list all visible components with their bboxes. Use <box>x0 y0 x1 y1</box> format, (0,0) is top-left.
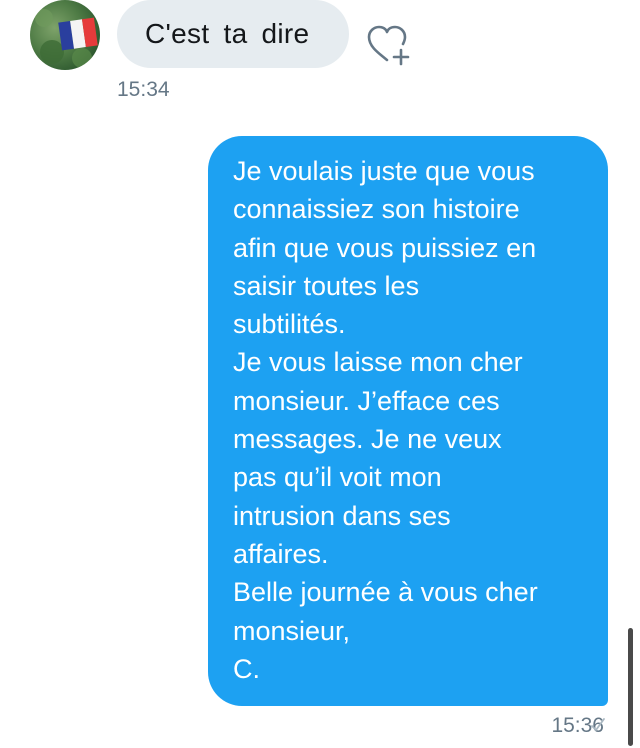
incoming-timestamp: 15:34 <box>117 78 170 101</box>
incoming-message-text: C'est ta dire <box>145 18 310 49</box>
checkmark-icon <box>591 718 605 731</box>
heart-plus-icon[interactable] <box>365 24 413 66</box>
french-flag-avatar-icon <box>35 9 98 68</box>
sender-avatar[interactable] <box>30 0 100 70</box>
incoming-message-bubble[interactable]: C'est ta dire <box>117 0 349 68</box>
outgoing-message-bubble[interactable]: Je voulais juste que vous connaissiez so… <box>208 136 608 706</box>
scrollbar[interactable] <box>628 628 633 746</box>
outgoing-message-text: Je voulais juste que vous connaissiez so… <box>233 156 538 684</box>
